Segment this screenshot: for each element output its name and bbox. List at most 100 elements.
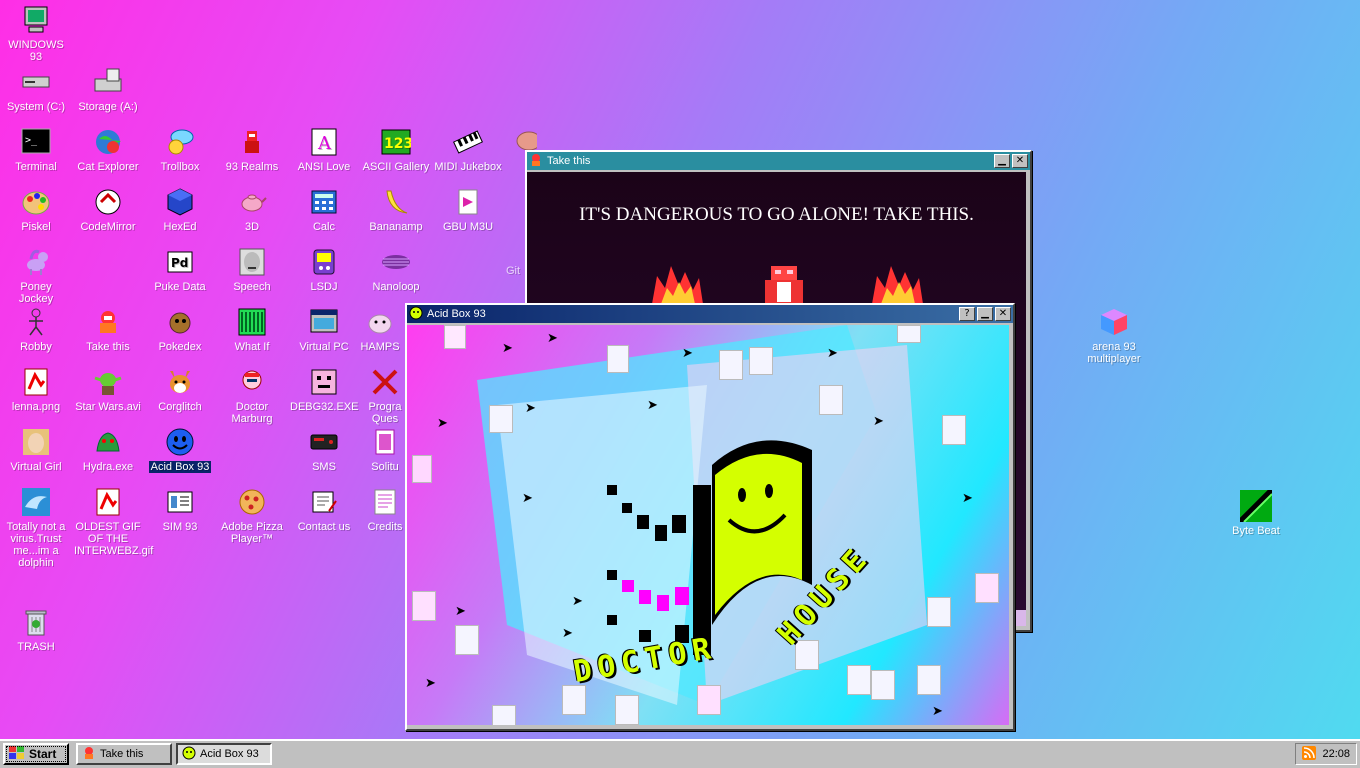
trash-icon	[20, 606, 52, 638]
desktop-icon-dolphin[interactable]: Totally not a virus.Trust me...im a dolp…	[2, 486, 70, 569]
nanoloop-icon	[380, 246, 412, 278]
pizza-icon	[236, 486, 268, 518]
desktop-icon-pokedex[interactable]: Pokedex	[146, 306, 214, 353]
svg-text:>_: >_	[25, 135, 38, 146]
desktop-icon-3d[interactable]: 3D	[218, 186, 286, 233]
desktop-icon-label: Robby	[20, 341, 52, 353]
acid-box-canvas[interactable]: ➤ ➤ ➤ ➤ ➤ ➤ ➤ ➤ ➤ ➤ ➤ ➤ ➤ ➤ ➤ DOCTOR HOU…	[407, 325, 1009, 725]
sim-icon	[164, 486, 196, 518]
playlist-file-icon	[452, 186, 484, 218]
take-this-window-icon	[529, 153, 543, 170]
acid-smiley-icon	[182, 746, 196, 763]
desktop-icon-poney-jockey[interactable]: Poney Jockey	[2, 246, 70, 305]
desktop-icon-nanoloop[interactable]: Nanoloop	[362, 246, 430, 293]
desktop-icon-label: Byte Beat	[1232, 525, 1280, 537]
desktop-icon-trash[interactable]: TRASH	[2, 606, 70, 653]
taskbar-item-acid-box-93[interactable]: Acid Box 93	[176, 743, 272, 765]
desktop-icon-label: 93 Realms	[225, 161, 279, 173]
desktop-icon-debg32[interactable]: DEBG32.EXE	[290, 366, 358, 413]
desktop-icon-what-if[interactable]: What If	[218, 306, 286, 353]
desktop-icon-virtual-girl[interactable]: Virtual Girl	[2, 426, 70, 473]
desktop-icon-label: Acid Box 93	[148, 461, 212, 473]
image-file-icon	[20, 366, 52, 398]
desktop-icon-label: HAMPS	[360, 341, 400, 353]
minimize-button[interactable]: ▁	[994, 154, 1010, 168]
desktop-icon-program-quest[interactable]: Progra Ques	[362, 366, 408, 425]
cursor-icon: ➤	[455, 603, 466, 618]
desktop-icon-piskel[interactable]: Piskel	[2, 186, 70, 233]
desktop-icon-label: Speech	[233, 281, 271, 293]
desktop-icon-label: Bananamp	[369, 221, 423, 233]
cursor-icon: ➤	[962, 490, 973, 505]
minimize-button[interactable]: ▁	[977, 307, 993, 321]
desktop-icon-corglitch[interactable]: Corglitch	[146, 366, 214, 413]
rss-icon[interactable]	[1302, 745, 1317, 763]
desktop-icon-sim-93[interactable]: SIM 93	[146, 486, 214, 533]
desktop-icon-solitaire[interactable]: Solitu	[362, 426, 408, 473]
desktop-icon-label: GBU M3U	[442, 221, 494, 233]
desktop-icon-windows93[interactable]: WINDOWS 93	[2, 4, 70, 63]
desktop-icon-label: Calc	[312, 221, 335, 233]
desktop-icon-cat-explorer[interactable]: Cat Explorer	[74, 126, 142, 173]
lsdj-icon	[308, 246, 340, 278]
resize-grip[interactable]	[1014, 610, 1026, 626]
desktop-icon-label: lenna.png	[11, 401, 61, 413]
close-button[interactable]: ✕	[995, 307, 1011, 321]
taskbar: Start Take this Acid Box 93 22:08	[0, 739, 1360, 768]
desktop-icon-puke-data[interactable]: Pd Puke Data	[146, 246, 214, 293]
desktop-icon-doctor-marburg[interactable]: Doctor Marburg	[218, 366, 286, 425]
desktop-icon-system-c[interactable]: System (C:)	[2, 66, 70, 113]
calculator-icon	[308, 186, 340, 218]
contact-icon	[308, 486, 340, 518]
desktop-icon-ascii-gallery[interactable]: 123 ASCII Gallery	[362, 126, 430, 173]
taskbar-item-take-this[interactable]: Take this	[76, 743, 172, 765]
blue-smiley-icon	[164, 426, 196, 458]
desktop-icon-calc[interactable]: Calc	[290, 186, 358, 233]
acid-box-title: Acid Box 93	[427, 308, 486, 320]
desktop-icon-byte-beat[interactable]: Byte Beat	[1222, 490, 1290, 537]
desktop-icon-sms[interactable]: SMS	[290, 426, 358, 473]
console-icon	[308, 426, 340, 458]
desktop-icon-93-realms[interactable]: 93 Realms	[218, 126, 286, 173]
desktop-icon-lenna[interactable]: lenna.png	[2, 366, 70, 413]
start-button[interactable]: Start	[3, 743, 69, 765]
desktop-icon-gbu-m3u[interactable]: GBU M3U	[434, 186, 502, 233]
pencil-a-icon: A	[308, 126, 340, 158]
take-this-titlebar[interactable]: Take this ▁ ✕	[527, 152, 1030, 170]
pd-icon: Pd	[164, 246, 196, 278]
cursor-icon: ➤	[525, 400, 536, 415]
desktop-icon-trollbox[interactable]: Trollbox	[146, 126, 214, 173]
desktop-icon-label: arena 93 multiplayer	[1087, 341, 1141, 365]
close-button[interactable]: ✕	[1012, 154, 1028, 168]
desktop-icon-adobe-pizza[interactable]: Adobe Pizza Player™	[218, 486, 286, 545]
taskbar-item-label: Take this	[100, 748, 144, 760]
desktop-icon-label: Contact us	[297, 521, 351, 533]
desktop-icon-star-wars[interactable]: Star Wars.avi	[74, 366, 142, 413]
desktop-icon-hydra[interactable]: Hydra.exe	[74, 426, 142, 473]
desktop-icon-hexed[interactable]: HexEd	[146, 186, 214, 233]
dragon-icon	[92, 426, 124, 458]
desktop-icon-midi-jukebox[interactable]: MIDI Jukebox	[434, 126, 502, 173]
help-button[interactable]: ?	[959, 307, 975, 321]
desktop-icon-contact-us[interactable]: Contact us	[290, 486, 358, 533]
desktop-icon-storage-a[interactable]: Storage (A:)	[74, 66, 142, 113]
desktop-icon-hamps[interactable]: HAMPS	[352, 306, 408, 353]
desktop-icon-speech[interactable]: Speech	[218, 246, 286, 293]
acid-box-window[interactable]: Acid Box 93 ? ▁ ✕ ➤ ➤ ➤ ➤ ➤ ➤ ➤ ➤ ➤ ➤ ➤ …	[405, 303, 1015, 731]
desktop-icon-oldest-gif[interactable]: OLDEST GIF OF THE INTERWEBZ.gif	[74, 486, 153, 557]
desktop-icon-label: Take this	[86, 341, 130, 353]
acid-box-titlebar[interactable]: Acid Box 93 ? ▁ ✕	[407, 305, 1013, 323]
desktop-icon-ansi-love[interactable]: A ANSI Love	[290, 126, 358, 173]
desktop-icon-take-this[interactable]: Take this	[74, 306, 142, 353]
desktop-icon-codemirror[interactable]: CodeMirror	[74, 186, 142, 233]
desktop-icon-label: Totally not a virus.Trust me...im a dolp…	[6, 521, 66, 569]
desktop-icon-bananamp[interactable]: Bananamp	[362, 186, 430, 233]
desktop-icon-lsdj[interactable]: LSDJ	[290, 246, 358, 293]
desktop-icon-credits[interactable]: Credits	[362, 486, 408, 533]
desktop-icon-acid-box-93[interactable]: Acid Box 93	[146, 426, 214, 473]
desktop-icon-virtual-pc[interactable]: Virtual PC	[290, 306, 358, 353]
clock[interactable]: 22:08	[1322, 748, 1350, 760]
desktop-icon-arena-93[interactable]: arena 93 multiplayer	[1080, 306, 1148, 365]
desktop-icon-terminal[interactable]: >_ Terminal	[2, 126, 70, 173]
desktop-icon-robby[interactable]: Robby	[2, 306, 70, 353]
